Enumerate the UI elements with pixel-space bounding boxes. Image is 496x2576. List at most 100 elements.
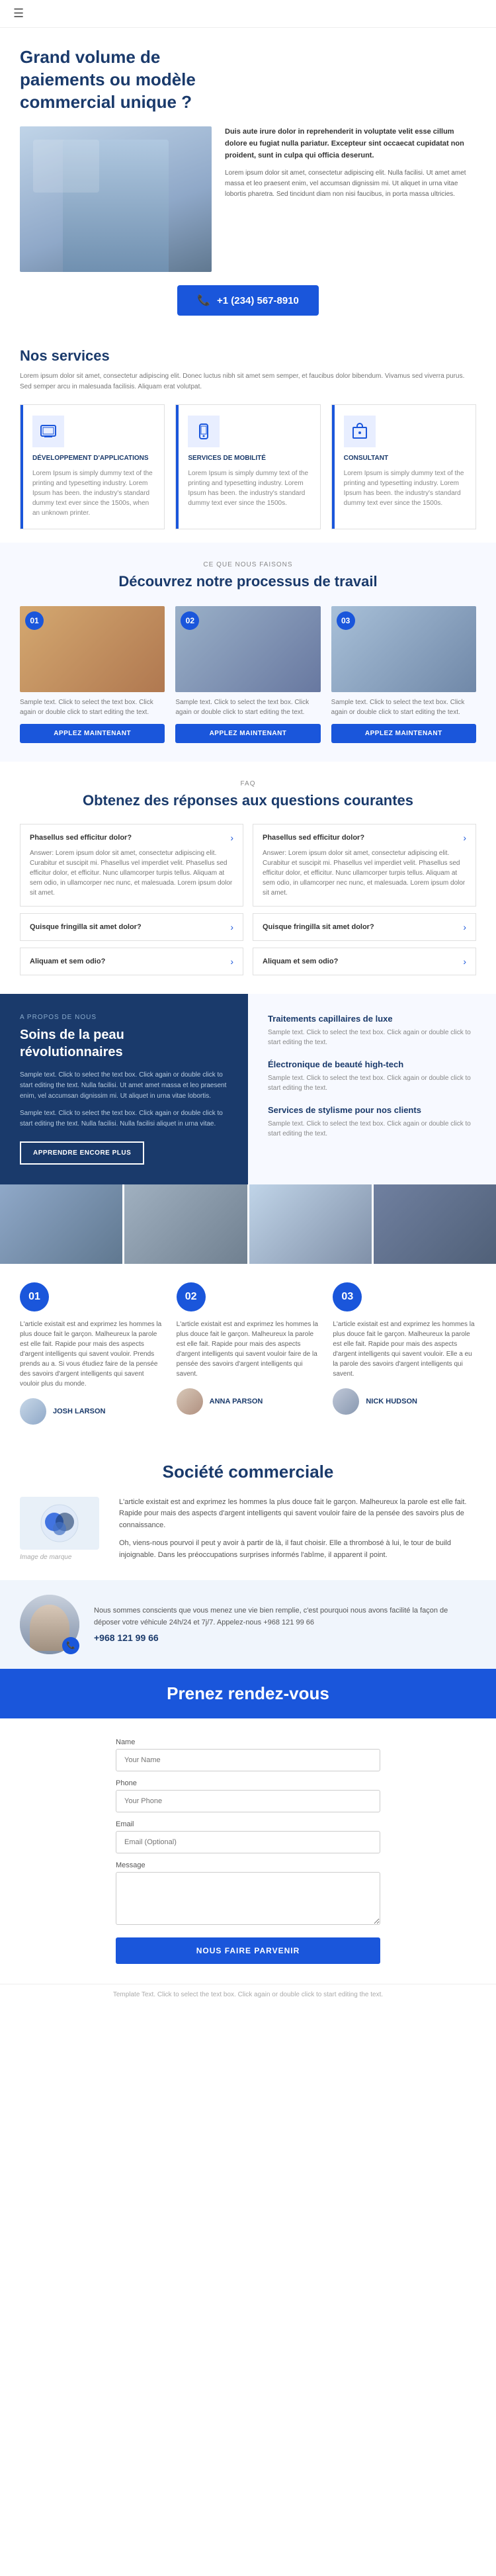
about-service-1: Traitements capillaires de luxe Sample t…: [268, 1014, 476, 1047]
phone-input[interactable]: [116, 1790, 380, 1812]
gallery: [0, 1184, 496, 1264]
faq-title: Obtenez des réponses aux questions coura…: [20, 791, 476, 811]
faq-a-1: Answer: Lorem ipsum dolor sit amet, cons…: [30, 848, 233, 898]
company-logo-area: Image de marque: [20, 1497, 106, 1561]
phone-circle-icon: 📞: [62, 1637, 79, 1654]
faq-q-2: Phasellus sed efficitur dolor?: [263, 834, 364, 842]
hero-text-block: Duis aute irure dolor in reprehenderit i…: [225, 126, 476, 209]
step-btn-3[interactable]: APPLEZ MAINTENANT: [331, 724, 476, 743]
cta-title: Prenez rendez-vous: [20, 1683, 476, 1704]
faq-q-1: Phasellus sed efficitur dolor?: [30, 834, 132, 842]
process-steps: 01 Sample text. Click to select the text…: [20, 606, 476, 743]
phone-label: Phone: [116, 1779, 380, 1787]
services-title: Nos services: [20, 347, 476, 365]
step-num-3: 03: [337, 611, 355, 630]
gallery-item-4: [374, 1184, 496, 1264]
consultant-banner: 📞 Nous sommes conscients que vous menez …: [0, 1580, 496, 1669]
faq-grid: Phasellus sed efficitur dolor? › Answer:…: [20, 824, 476, 975]
about-section: A PROPOS DE NOUS Soins de la peau révolu…: [0, 994, 496, 1184]
faq-item-3[interactable]: Quisque fringilla sit amet dolor? ›: [20, 913, 243, 941]
cta-section: Prenez rendez-vous: [0, 1669, 496, 1718]
faq-label: FAQ: [20, 780, 476, 787]
consultant-photo: 📞: [20, 1595, 79, 1654]
service-card-1: DÉVELOPPEMENT D'APPLICATIONS Lorem Ipsum…: [20, 404, 165, 529]
about-service-text-1: Sample text. Click to select the text bo…: [268, 1028, 476, 1047]
faq-item-1[interactable]: Phasellus sed efficitur dolor? › Answer:…: [20, 824, 243, 907]
process-label: CE QUE NOUS FAISONS: [20, 561, 476, 568]
about-label: A PROPOS DE NOUS: [20, 1014, 228, 1021]
faq-arrow-5: ›: [230, 956, 233, 967]
step-num-2: 02: [181, 611, 199, 630]
name-input[interactable]: [116, 1749, 380, 1771]
company-logo: [20, 1497, 99, 1550]
service-title-3: CONSULTANT: [344, 454, 466, 463]
submit-button[interactable]: NOUS FAIRE PARVENIR: [116, 1937, 380, 1964]
team-step-1: 01 L'article existait est and exprimez l…: [20, 1282, 163, 1425]
faq-arrow-3: ›: [230, 922, 233, 932]
about-text1: Sample text. Click to select the text bo…: [20, 1070, 228, 1102]
step-btn-2[interactable]: APPLEZ MAINTENANT: [175, 724, 320, 743]
form-message-field: Message: [116, 1861, 380, 1927]
step-num-1: 01: [25, 611, 44, 630]
team-step-text-3: L'article existait est and exprimez les …: [333, 1319, 476, 1379]
form-inner: Name Phone Email Message NOUS FAIRE PARV…: [116, 1738, 380, 1964]
hero-section: Grand volume de paiements ou modèle comm…: [0, 28, 496, 329]
about-left: A PROPOS DE NOUS Soins de la peau révolu…: [0, 994, 248, 1184]
hero-extra-text: Lorem ipsum dolor sit amet, consectetur …: [225, 168, 476, 200]
company-section: Société commerciale Image de marque L'ar…: [0, 1443, 496, 1580]
process-step-3: 03 Sample text. Click to select the text…: [331, 606, 476, 743]
hero-title: Grand volume de paiements ou modèle comm…: [20, 46, 245, 113]
service-card-2: SERVICES DE MOBILITÉ Lorem Ipsum is simp…: [175, 404, 320, 529]
name-label: Name: [116, 1738, 380, 1746]
team-name-1: JOSH LARSON: [53, 1407, 105, 1415]
team-step-2: 02 L'article existait est and exprimez l…: [177, 1282, 320, 1425]
phone-cta-button[interactable]: 📞 +1 (234) 567-8910: [177, 285, 319, 316]
faq-q-6: Aliquam et sem odio?: [263, 957, 338, 965]
about-service-text-2: Sample text. Click to select the text bo…: [268, 1073, 476, 1093]
process-step-1: 01 Sample text. Click to select the text…: [20, 606, 165, 743]
navbar: ☰: [0, 0, 496, 28]
team-member-1: JOSH LARSON: [20, 1398, 163, 1425]
faq-item-4[interactable]: Quisque fringilla sit amet dolor? ›: [253, 913, 476, 941]
faq-arrow-2: ›: [463, 832, 466, 843]
service-card-3: CONSULTANT Lorem Ipsum is simply dummy t…: [331, 404, 476, 529]
avatar-1: [20, 1398, 46, 1425]
message-label: Message: [116, 1861, 380, 1869]
faq-q-5: Aliquam et sem odio?: [30, 957, 105, 965]
team-step-text-2: L'article existait est and exprimez les …: [177, 1319, 320, 1379]
service-icon-1: [32, 416, 64, 447]
footer-text: Template Text. Click to select the text …: [20, 1991, 476, 1998]
message-textarea[interactable]: [116, 1872, 380, 1925]
about-title: Soins de la peau révolutionnaires: [20, 1026, 228, 1061]
phone-number: +1 (234) 567-8910: [217, 295, 299, 306]
about-learn-more-btn[interactable]: APPRENDRE ENCORE PLUS: [20, 1141, 144, 1165]
about-text2: Sample text. Click to select the text bo…: [20, 1108, 228, 1130]
faq-q-3: Quisque fringilla sit amet dolor?: [30, 923, 142, 931]
about-right: Traitements capillaires de luxe Sample t…: [248, 994, 496, 1184]
about-service-2: Électronique de beauté high-tech Sample …: [268, 1059, 476, 1093]
team-name-3: NICK HUDSON: [366, 1398, 417, 1405]
step-text-2: Sample text. Click to select the text bo…: [175, 697, 320, 717]
faq-section: FAQ Obtenez des réponses aux questions c…: [0, 762, 496, 994]
hamburger-icon[interactable]: ☰: [13, 7, 24, 21]
form-email-field: Email: [116, 1820, 380, 1853]
step-btn-1[interactable]: APPLEZ MAINTENANT: [20, 724, 165, 743]
gallery-item-3: [249, 1184, 372, 1264]
faq-item-6[interactable]: Aliquam et sem odio? ›: [253, 948, 476, 975]
faq-item-2[interactable]: Phasellus sed efficitur dolor? › Answer:…: [253, 824, 476, 907]
services-grid: DÉVELOPPEMENT D'APPLICATIONS Lorem Ipsum…: [20, 404, 476, 529]
team-step-text-1: L'article existait est and exprimez les …: [20, 1319, 163, 1389]
process-title: Découvrez notre processus de travail: [20, 572, 476, 592]
about-service-title-1: Traitements capillaires de luxe: [268, 1014, 476, 1024]
service-desc-2: Lorem Ipsum is simply dummy text of the …: [188, 468, 310, 508]
company-text: L'article existait est and exprimez les …: [119, 1497, 476, 1562]
consultant-text: Nous sommes conscients que vous menez un…: [94, 1605, 476, 1628]
footer: Template Text. Click to select the text …: [0, 1984, 496, 2005]
faq-arrow-6: ›: [463, 956, 466, 967]
email-input[interactable]: [116, 1831, 380, 1853]
process-section: CE QUE NOUS FAISONS Découvrez notre proc…: [0, 543, 496, 762]
faq-item-5[interactable]: Aliquam et sem odio? ›: [20, 948, 243, 975]
service-icon-2: [188, 416, 220, 447]
process-step-2: 02 Sample text. Click to select the text…: [175, 606, 320, 743]
team-step-3: 03 L'article existait est and exprimez l…: [333, 1282, 476, 1425]
